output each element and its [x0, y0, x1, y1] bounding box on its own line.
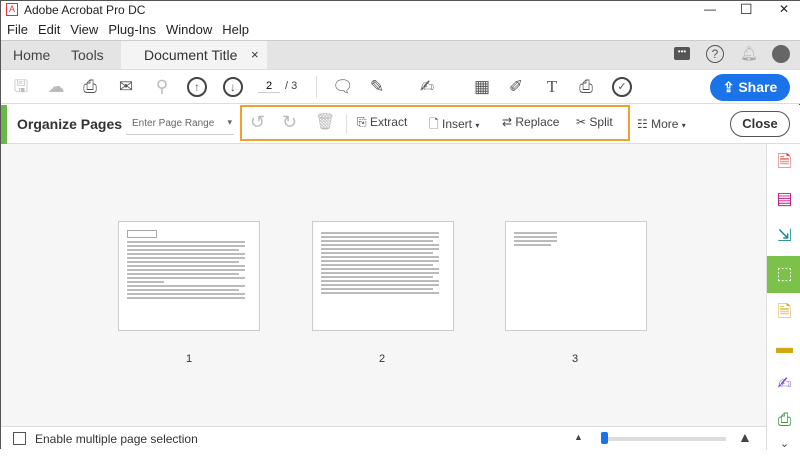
- replace-label: Replace: [515, 115, 560, 129]
- page-total: / 3: [285, 80, 298, 92]
- organize-pages-icon[interactable]: ⬚: [767, 256, 800, 293]
- title-bar: A Adobe Acrobat Pro DC — ☐ ✕: [1, 1, 800, 19]
- large-thumbnail-icon[interactable]: ▲: [738, 429, 752, 445]
- check-icon[interactable]: ✓: [612, 77, 632, 97]
- organize-pages-toolbar: Organize Pages Enter Page Range ▾ ↺ ↻ 🗑︎…: [1, 105, 800, 144]
- multi-select-label: Enable multiple page selection: [35, 432, 198, 446]
- menu-file[interactable]: File: [7, 22, 28, 37]
- page-range-placeholder: Enter Page Range: [132, 118, 215, 129]
- page-number-input[interactable]: 2: [258, 80, 280, 93]
- extract-icon: ⎘: [357, 115, 370, 129]
- cloud-upload-icon[interactable]: ☁: [46, 77, 66, 97]
- right-tools-rail: 🗎︎ ▤ ⇲ ⬚ 🗎︎ ▬ ✍︎ ⎙ ⌄: [766, 144, 800, 450]
- page-label: 2: [378, 353, 386, 365]
- zoom-icon[interactable]: ⚲: [152, 77, 172, 97]
- divider: [316, 76, 317, 98]
- avatar[interactable]: [772, 45, 790, 63]
- save-icon[interactable]: 🖫: [11, 77, 31, 97]
- menu-view[interactable]: View: [70, 22, 98, 37]
- close-tool-button[interactable]: Close: [730, 111, 790, 137]
- fill-sign-icon[interactable]: ✍︎: [417, 77, 437, 97]
- page-thumbnail[interactable]: [505, 221, 647, 331]
- small-thumbnail-icon[interactable]: ▲: [574, 432, 583, 442]
- export-pdf-icon[interactable]: ⇲: [767, 218, 800, 253]
- comment-bubble-icon[interactable]: •••: [674, 47, 690, 60]
- close-tab-button[interactable]: ×: [251, 41, 259, 69]
- bottom-bar: Enable multiple page selection ▲ ▲: [1, 426, 766, 450]
- rotate-right-icon[interactable]: ↻: [282, 112, 297, 133]
- page-actions-group: ↺ ↻ 🗑︎ ⎘ Extract 🗋︎ Insert ▾ ⇄ Replace ✂…: [240, 105, 630, 141]
- page-label: 1: [185, 353, 193, 365]
- page-down-icon[interactable]: ↓: [223, 77, 243, 97]
- comment-file-icon[interactable]: 🗎︎: [767, 294, 800, 329]
- insert-label: Insert: [441, 117, 472, 131]
- chevron-down-icon: ▾: [227, 117, 232, 127]
- tab-tools[interactable]: Tools: [71, 41, 104, 69]
- chevron-down-icon: ▾: [681, 121, 686, 130]
- print-icon[interactable]: ⎙: [80, 77, 100, 97]
- text-icon[interactable]: T: [542, 77, 562, 97]
- replace-button[interactable]: ⇄ Replace: [502, 115, 559, 129]
- menu-help[interactable]: Help: [222, 22, 249, 37]
- comment-icon[interactable]: 🗨︎: [332, 77, 354, 97]
- rotate-left-icon[interactable]: ↺: [250, 112, 265, 133]
- chevron-down-icon: ▾: [475, 121, 480, 130]
- create-pdf-icon[interactable]: 🗎︎: [767, 144, 800, 179]
- acrobat-logo-icon: A: [6, 3, 18, 16]
- maximize-button[interactable]: ☐: [740, 1, 753, 18]
- menu-edit[interactable]: Edit: [38, 22, 60, 37]
- divider: [346, 114, 347, 134]
- page-thumbnail[interactable]: [312, 221, 454, 331]
- page-thumbnail[interactable]: [118, 221, 260, 331]
- tab-home[interactable]: Home: [13, 41, 50, 69]
- split-button[interactable]: ✂ Split: [576, 115, 613, 129]
- minimize-button[interactable]: —: [704, 2, 716, 16]
- tool-indicator: [1, 105, 7, 144]
- menu-window[interactable]: Window: [166, 22, 212, 37]
- edit-pdf-icon[interactable]: ✐: [506, 77, 526, 97]
- bell-icon[interactable]: 🔔︎: [740, 45, 758, 62]
- thumbnail-heading: [127, 230, 157, 238]
- menu-bar: File Edit View Plug-Ins Window Help: [1, 19, 800, 40]
- extract-button[interactable]: ⎘ Extract: [357, 115, 407, 130]
- chevron-down-icon[interactable]: ⌄: [767, 427, 800, 462]
- organize-title: Organize Pages: [17, 116, 123, 132]
- tab-document[interactable]: Document Title ×: [121, 41, 267, 69]
- help-icon[interactable]: ?: [706, 45, 724, 63]
- replace-icon: ⇄: [502, 115, 516, 129]
- more-label: More: [651, 117, 679, 131]
- more-button[interactable]: ☷ More ▾: [637, 117, 686, 131]
- menu-plugins[interactable]: Plug-Ins: [108, 22, 156, 37]
- comment-icon[interactable]: ▬: [767, 330, 800, 365]
- share-button[interactable]: ⇪ Share: [710, 74, 790, 101]
- page-range-select[interactable]: Enter Page Range ▾: [126, 113, 234, 135]
- scan-icon[interactable]: ⎙: [576, 77, 596, 97]
- scissors-icon: ✂: [576, 115, 590, 129]
- split-label: Split: [589, 115, 613, 129]
- insert-button[interactable]: 🗋︎ Insert ▾: [429, 115, 479, 136]
- window-title: Adobe Acrobat Pro DC: [24, 3, 146, 17]
- extract-label: Extract: [369, 115, 408, 129]
- share-icon: ⇪: [722, 79, 739, 95]
- main-toolbar: 🖫 ☁ ⎙ ✉ ⚲ ↑ ↓ 2 / 3 🗨︎ ✎ ✍︎ ▦ ✐ T ⎙ ✓ ⇪ …: [1, 69, 800, 104]
- share-label: Share: [738, 79, 778, 95]
- multi-select-checkbox[interactable]: [13, 432, 26, 445]
- thumbnail-size-slider[interactable]: [601, 432, 726, 444]
- page-up-icon[interactable]: ↑: [187, 77, 207, 97]
- combine-files-icon[interactable]: ▤: [767, 181, 800, 216]
- slider-handle[interactable]: [601, 432, 608, 444]
- organize-pages-icon[interactable]: ▦: [472, 77, 492, 97]
- email-icon[interactable]: ✉: [116, 77, 136, 97]
- page-label: 3: [571, 353, 579, 365]
- tab-document-label: Document Title: [144, 47, 238, 63]
- close-window-button[interactable]: ✕: [779, 2, 789, 16]
- insert-icon: 🗋︎: [429, 117, 442, 131]
- fill-sign-icon[interactable]: ✍︎: [767, 366, 800, 401]
- page-thumbnails-area: 1 2 3: [1, 144, 766, 426]
- list-icon: ☷: [637, 117, 652, 131]
- highlight-pen-icon[interactable]: ✎: [367, 77, 387, 97]
- tab-bar: Home Tools Document Title × ••• ? 🔔︎: [1, 40, 800, 69]
- delete-icon[interactable]: 🗑︎: [315, 112, 335, 132]
